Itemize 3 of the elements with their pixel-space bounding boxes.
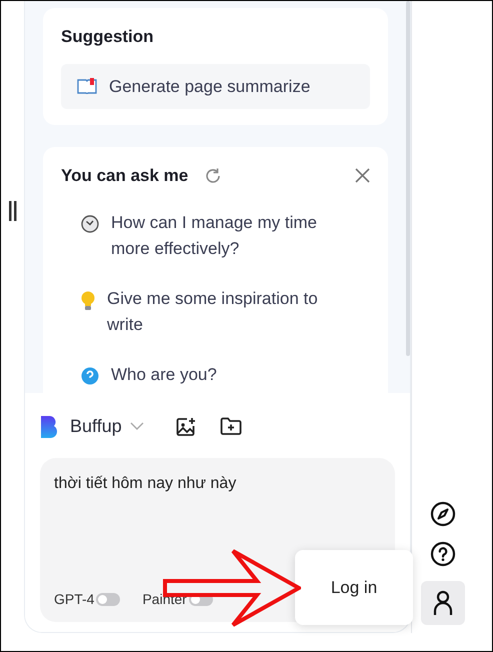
toggle-label: GPT-4 <box>54 590 94 609</box>
card-title: You can ask me <box>61 165 188 187</box>
card-title: Suggestion <box>61 26 155 48</box>
